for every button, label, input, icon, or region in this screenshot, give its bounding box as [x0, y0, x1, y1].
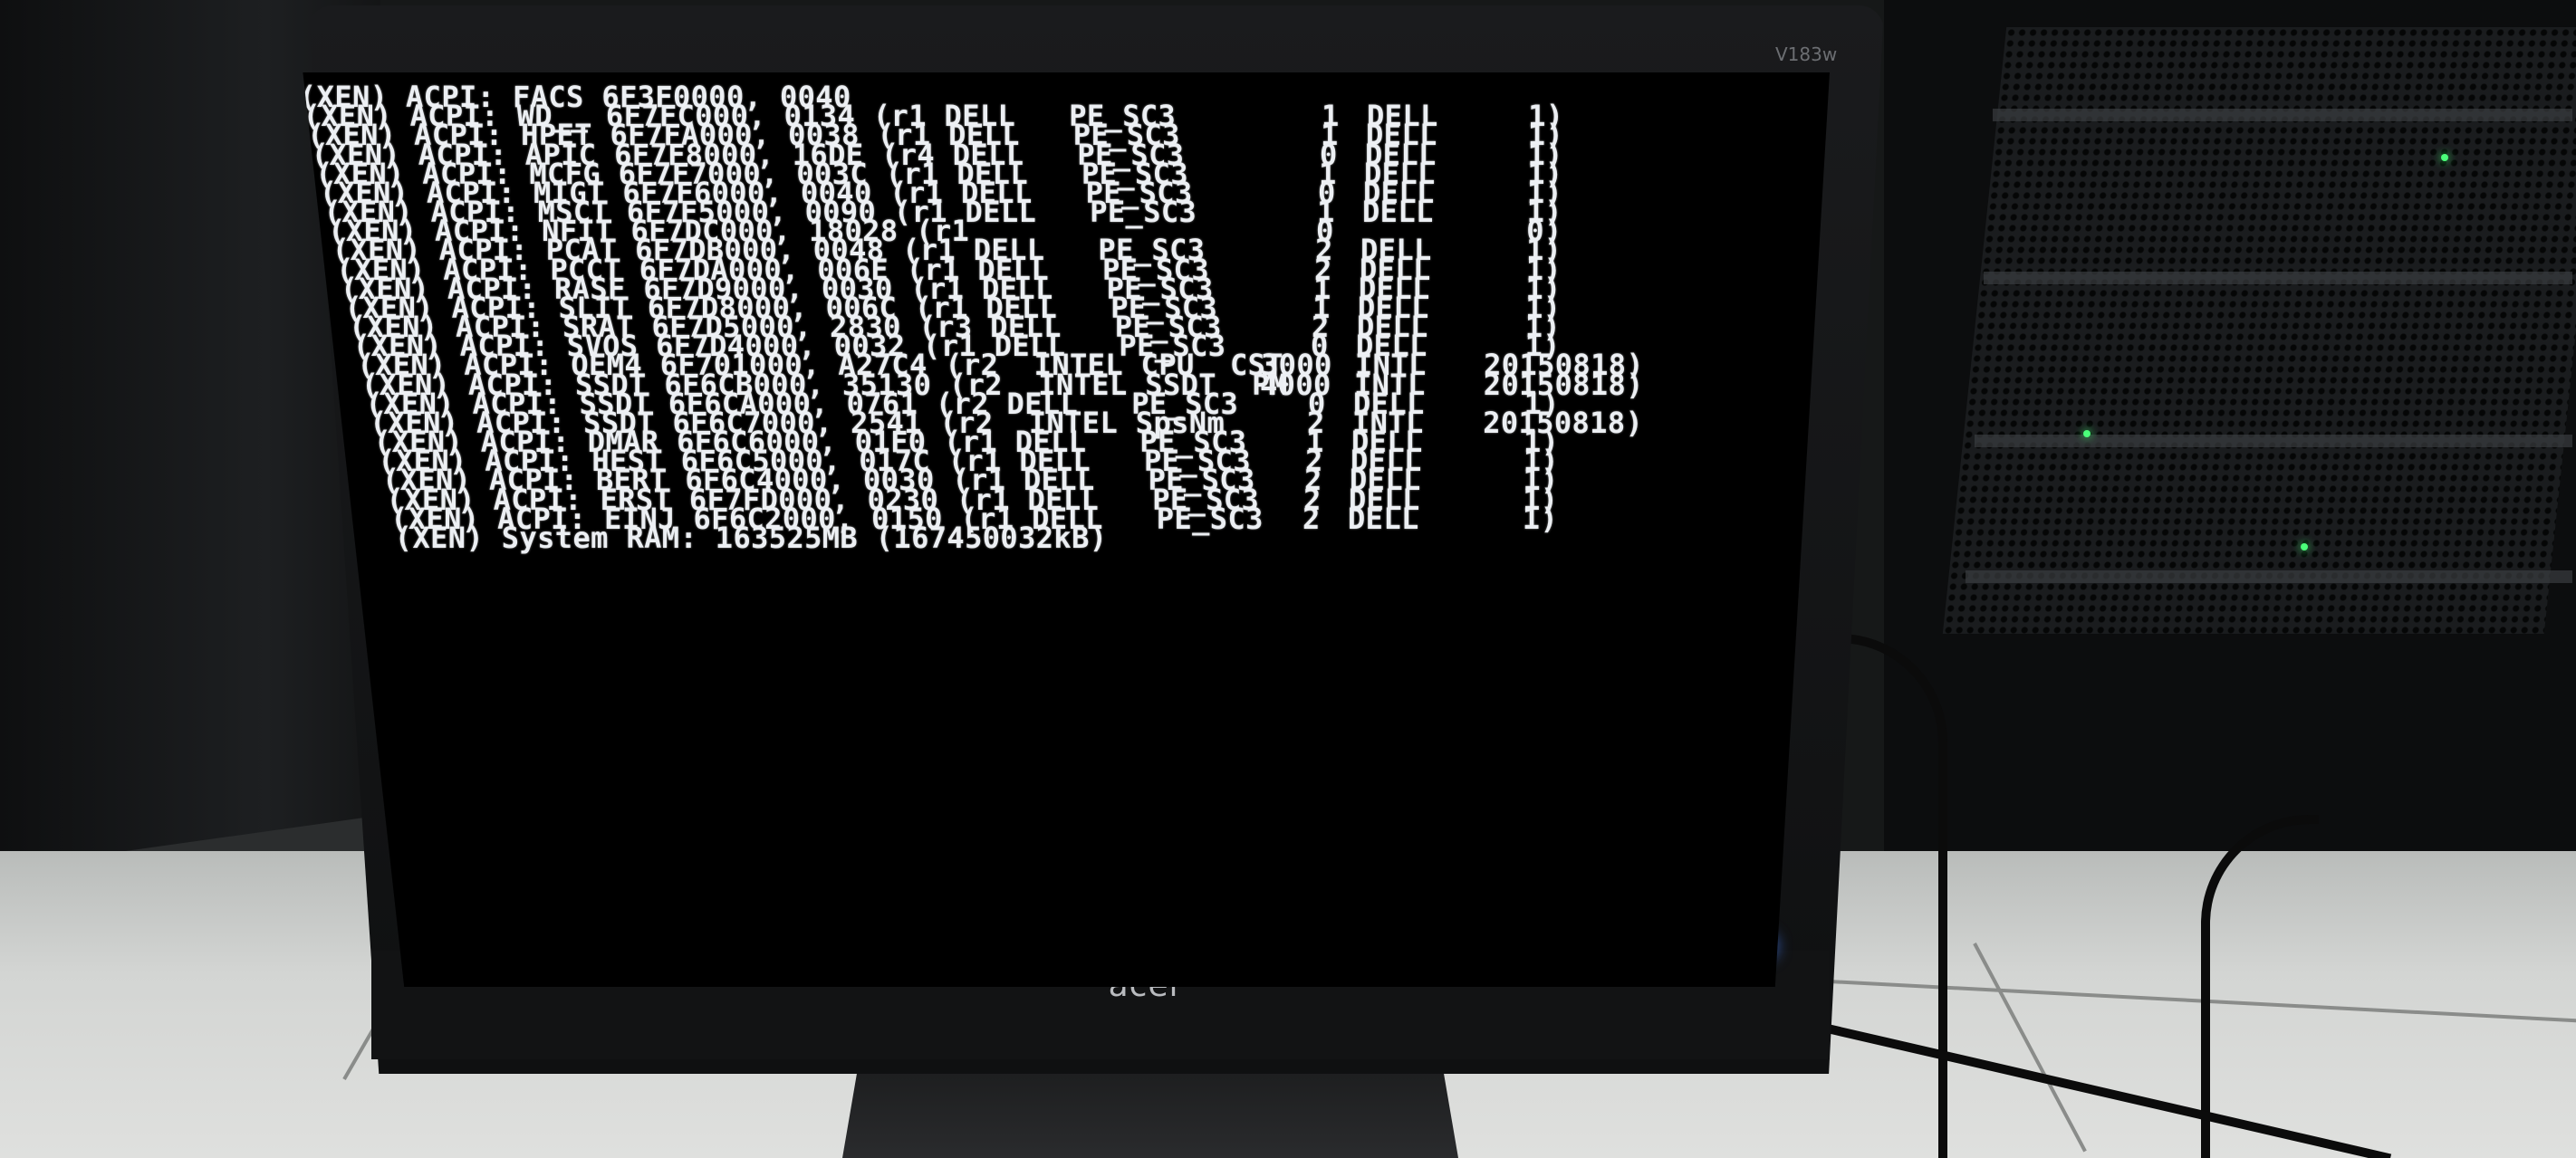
rack-rail: [1966, 570, 2572, 583]
console-line-revision: 2: [1302, 501, 1321, 536]
console-line-oem: DELL: [1348, 501, 1419, 536]
rack-status-led: [2441, 154, 2448, 161]
rack-rail: [1984, 272, 2572, 284]
rack-rail: [1975, 435, 2572, 447]
rack-status-led: [2301, 543, 2308, 550]
console-line-tail: 20150818): [1483, 405, 1644, 440]
console-line-oem: DELL: [1362, 195, 1434, 229]
monitor-screen: (XEN) ACPI: FACS 6F3F0000, 0040 (XEN) ACP…: [303, 72, 1830, 987]
rack-rail: [1993, 109, 2572, 121]
photo-scene: V183w acer (XEN) ACPI: FACS 6F3F0000, 00…: [0, 0, 2576, 1158]
console-line: (XEN) System RAM: 163525MB (167450032kB): [394, 520, 1108, 555]
cable: [2201, 815, 2319, 1158]
monitor-model-label: V183w: [1775, 43, 1838, 65]
console-line-tail: 20150818): [1483, 367, 1644, 402]
rack-status-led: [2083, 430, 2091, 437]
console-line-tail: 1): [1522, 501, 1559, 536]
